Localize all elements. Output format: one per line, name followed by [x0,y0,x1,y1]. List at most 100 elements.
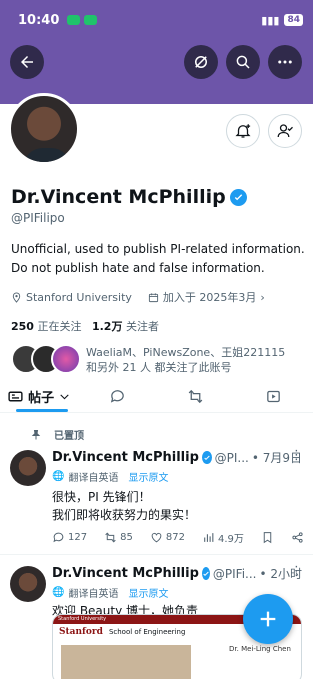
posts-icon [8,391,23,401]
location-icon [12,291,21,303]
battery-icon: 84 [284,14,303,26]
status-notification-icons [67,15,98,25]
verified-badge-icon [201,451,212,464]
translate-icon: 🌐 [52,471,65,482]
signal-icon: ▮▮▮ [261,13,280,27]
profile-bio: Unofficial, used to publish PI-related i… [11,242,305,275]
tweet-actions: 127 85 872 4.9万 [52,530,304,545]
tweet-divider [0,554,313,555]
tab-posts-label: 帖子 [28,390,55,406]
person-check-icon [277,124,293,138]
tab-reposts[interactable] [157,380,235,412]
profile-handle: @PIFilipo [11,211,65,225]
translation-info: 🌐 翻译自英语 显示原文 [52,469,168,484]
compose-fab-button[interactable] [243,594,293,644]
tweet-author-name[interactable]: Dr.Vincent McPhillip [52,450,199,465]
search-button[interactable] [226,45,260,79]
reply-button[interactable]: 127 [52,531,87,544]
tweet-handle[interactable]: @PI... [215,451,249,465]
preview-image [61,645,191,679]
like-button[interactable]: 872 [150,531,185,544]
profile-avatar[interactable] [8,93,80,165]
following-link[interactable]: 250 正在关注 [11,320,81,333]
tweet-avatar[interactable] [10,450,46,486]
back-arrow-icon [21,56,33,68]
following-label: 正在关注 [37,320,82,333]
reply-tab-icon [110,389,124,403]
preview-school: School of Engineering [108,628,186,636]
no-sync-icon [195,56,207,68]
notifications-button[interactable] [226,114,260,148]
status-time: 10:40 [18,12,60,28]
follow-counts: 250 正在关注 1.2万 关注者 [11,318,159,334]
tweet-handle[interactable]: @PIFi... [213,567,257,581]
preview-brand: Stanford [59,627,103,637]
tweet-author-name[interactable]: Dr.Vincent McPhillip [52,566,199,581]
status-right: ▮▮▮ 84 [261,14,303,27]
reply-icon [53,532,64,543]
profile-joined: 加入于 2025年3月 [162,291,257,304]
tweet-avatar[interactable] [10,566,46,602]
status-bar: 10:40 ▮▮▮ 84 [0,0,313,40]
views-count: 4.9万 [218,534,244,545]
video-tab-icon [267,390,281,402]
wechat-icon [67,15,81,25]
profile-meta: Stanford University 加入于 2025年3月 › [11,289,265,305]
back-button[interactable] [10,45,44,79]
followed-by-text[interactable]: WaeliaM、PiNewsZone、王姐221115 和另外 21 人 都关注… [86,345,296,375]
chevron-right-icon[interactable]: › [260,291,264,304]
repost-count: 85 [120,532,133,543]
verified-badge-icon[interactable] [229,188,247,206]
bookmark-icon [263,532,272,544]
profile-location: Stanford University [26,290,132,304]
like-count: 872 [165,532,185,543]
avatar-shirt [23,148,71,162]
profile-name-row: Dr.Vincent McPhillip [11,186,247,208]
tweet-header: Dr.Vincent McPhillip @PI... • 7月9日 [52,449,302,466]
tab-replies[interactable] [78,380,156,412]
more-icon [278,60,292,64]
translated-label: 翻译自英语 [68,589,119,600]
follower-avatar [51,344,81,374]
views-icon [204,533,214,542]
pinned-label: 已置顶 [54,431,84,442]
tweet-more-icon[interactable]: ⋮ [290,448,303,463]
show-original-link[interactable]: 显示原文 [128,585,168,600]
followers-label: 关注者 [125,320,159,333]
share-icon [292,532,303,543]
repost-icon [105,532,116,543]
app-notification-icon [84,15,98,25]
tab-media[interactable] [235,380,313,412]
verified-badge-icon [201,567,210,580]
chevron-down-icon [60,393,69,399]
profile-tabs: 帖子 [0,380,313,413]
tweet-header: Dr.Vincent McPhillip @PIFi... • 2小时 [52,565,302,582]
share-button[interactable] [291,531,304,544]
pinned-indicator: 已置顶 [30,427,84,442]
tweet-more-icon[interactable]: ⋮ [290,564,303,579]
followers-count: 1.2万 [91,320,123,333]
bookmark-button[interactable] [261,531,274,544]
repost-tab-icon [188,389,203,403]
following-button[interactable] [268,114,302,148]
profile-name: Dr.Vincent McPhillip [11,186,226,208]
bell-plus-icon [235,124,251,138]
plus-icon [260,611,276,627]
translation-info: 🌐 翻译自英语 显示原文 [52,585,168,600]
tab-posts[interactable]: 帖子 [0,380,78,412]
pin-icon [31,429,41,439]
sync-toggle-button[interactable] [184,45,218,79]
repost-button[interactable]: 85 [104,531,133,544]
like-icon [151,532,162,543]
followers-link[interactable]: 1.2万 关注者 [92,320,159,333]
translated-label: 翻译自英语 [68,473,119,484]
preview-caption: Dr. Mei-Ling Chen [229,645,291,653]
followed-by-avatars[interactable] [11,344,81,374]
search-icon [236,55,250,69]
calendar-icon [148,292,159,302]
more-options-button[interactable] [268,45,302,79]
show-original-link[interactable]: 显示原文 [128,469,168,484]
reply-count: 127 [68,532,88,543]
tweet-text: 很快，PI 先锋们！ 我们即将收获努力的果实！ [52,490,197,522]
views-button[interactable]: 4.9万 [202,530,244,545]
